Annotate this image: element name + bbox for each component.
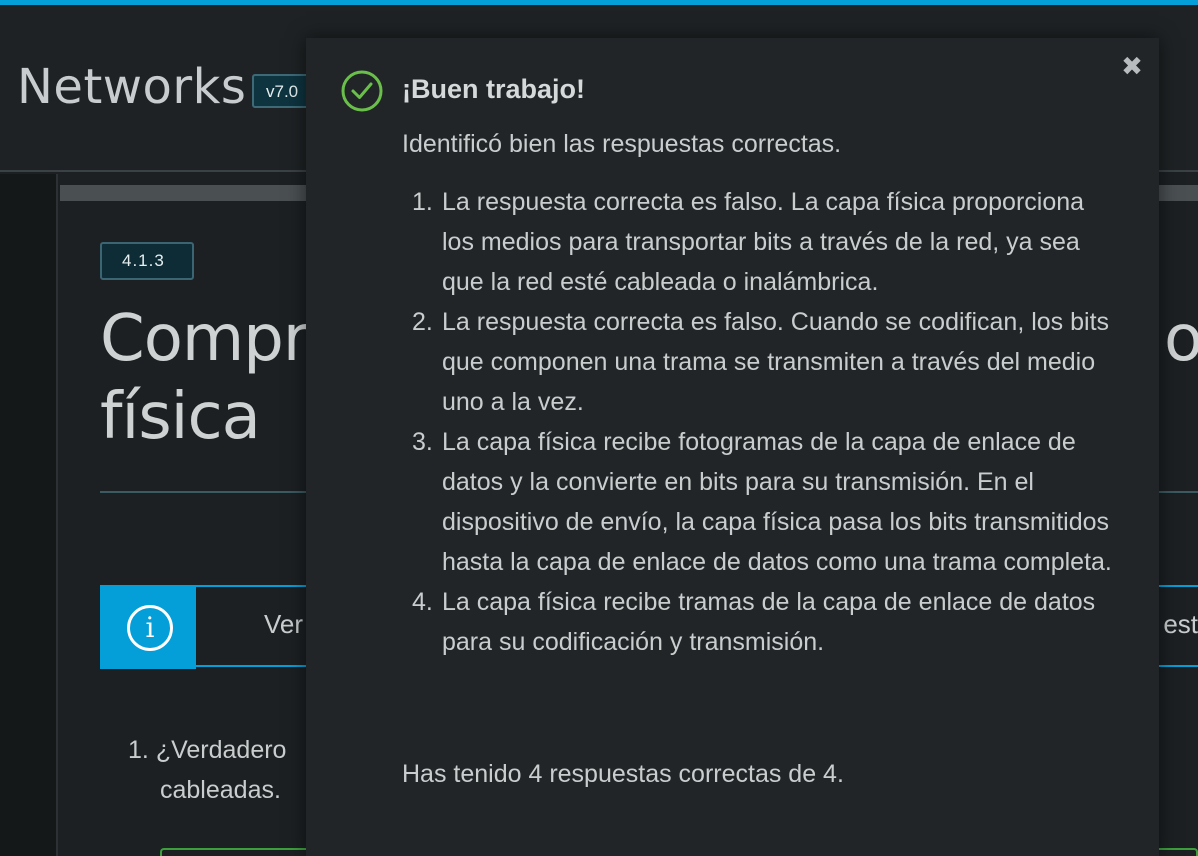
info-bar-text-right: est <box>1163 609 1198 639</box>
check-circle-icon <box>341 70 383 112</box>
close-button[interactable]: ✖ <box>1118 52 1146 80</box>
answer-number: 1. <box>412 188 433 216</box>
info-icon-box: i <box>100 585 196 669</box>
answer-item: 2. La respuesta correcta es falso. Cuand… <box>402 302 1122 422</box>
question-line2: cableadas. <box>160 776 281 804</box>
answer-text: La capa física recibe tramas de la capa … <box>442 588 1096 656</box>
app-title: Networks <box>17 59 247 115</box>
answer-item: 4. La capa física recibe tramas de la ca… <box>402 582 1122 662</box>
page-title-line2: física <box>100 380 261 454</box>
question-line1: ¿Verdadero <box>155 736 287 764</box>
question-number: 1. <box>128 736 149 764</box>
answer-text: La respuesta correcta es falso. La capa … <box>442 188 1085 296</box>
answer-item: 1. La respuesta correcta es falso. La ca… <box>402 182 1122 302</box>
answer-item: 3. La capa física recibe fotogramas de l… <box>402 422 1122 582</box>
answer-text: La capa física recibe fotogramas de la c… <box>442 428 1112 576</box>
answer-number: 4. <box>412 588 433 616</box>
modal-intro: Identificó bien las respuestas correctas… <box>402 130 842 158</box>
feedback-modal: ✖ ¡Buen trabajo! Identificó bien las res… <box>306 38 1159 856</box>
info-bar-text: Ver <box>264 609 304 639</box>
section-number-badge: 4.1.3 <box>100 242 194 280</box>
score-text: Has tenido 4 respuestas correctas de 4. <box>402 760 844 788</box>
answer-number: 2. <box>412 308 433 336</box>
question-preview: 1. ¿Verdadero cableadas. <box>128 730 328 810</box>
answer-number: 3. <box>412 428 433 456</box>
info-icon: i <box>127 605 173 651</box>
page-title-line1-right: os <box>1164 302 1198 376</box>
answers-list: 1. La respuesta correcta es falso. La ca… <box>402 182 1122 662</box>
left-rail <box>0 174 58 856</box>
modal-title: ¡Buen trabajo! <box>402 74 586 104</box>
page-title-line1: Compr <box>100 302 309 376</box>
answer-text: La respuesta correcta es falso. Cuando s… <box>442 308 1110 416</box>
